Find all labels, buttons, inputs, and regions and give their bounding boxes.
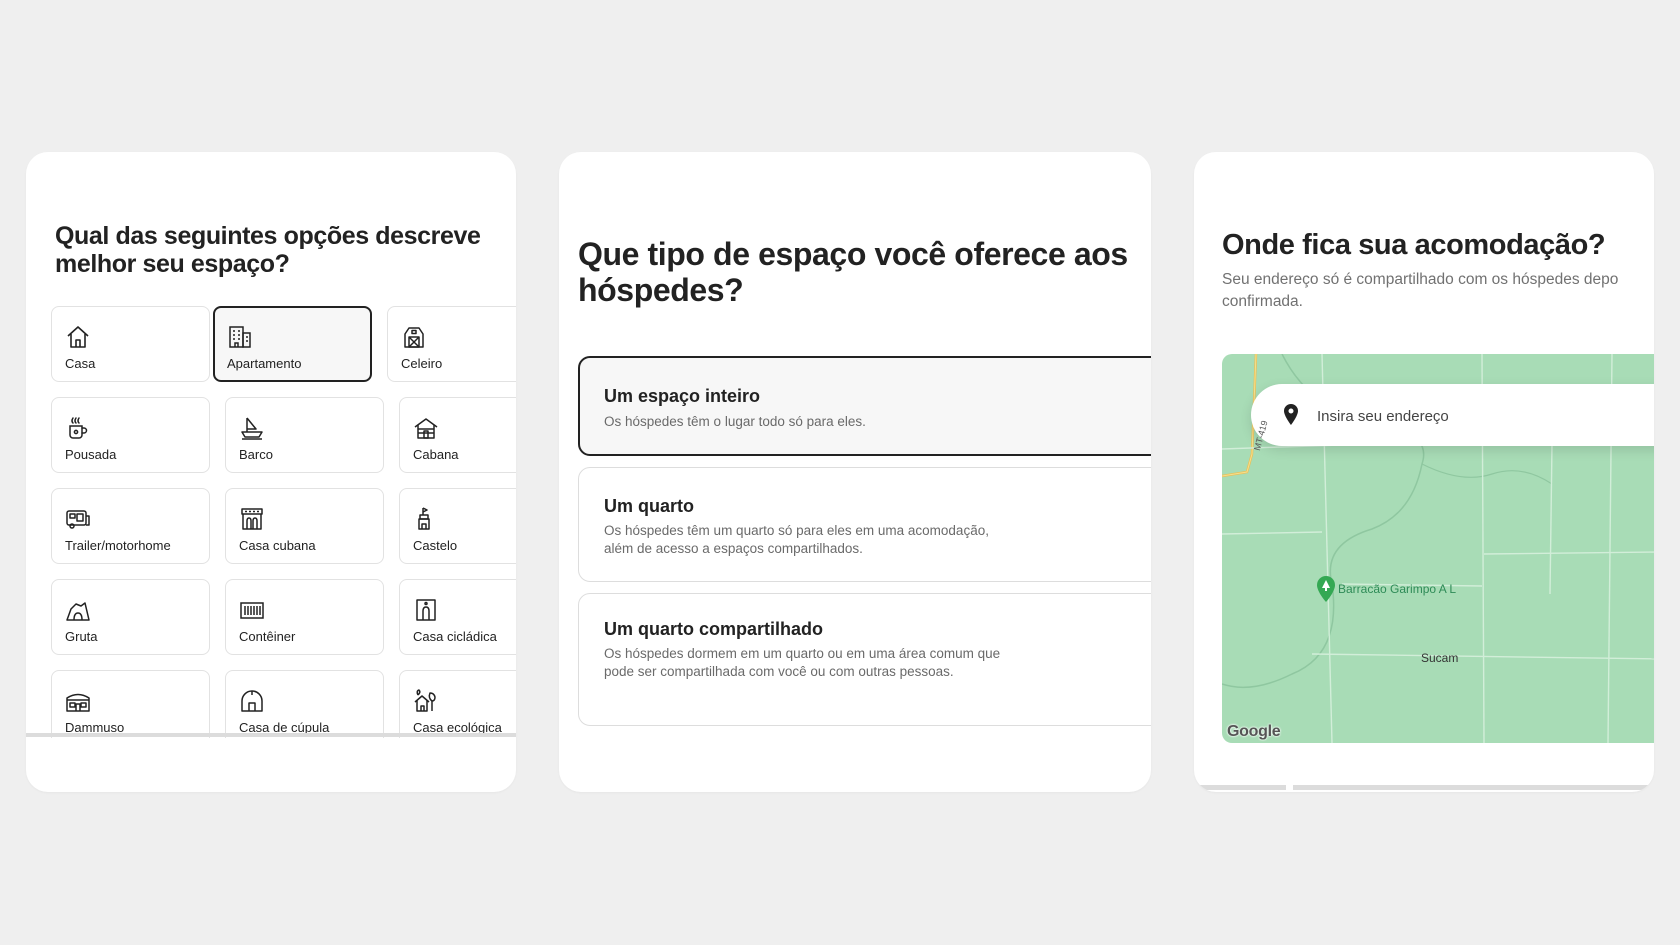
town-label: Sucam [1421, 651, 1459, 665]
type-tile-casa-cubana[interactable]: Casa cubana [225, 488, 384, 564]
property-type-grid: Casa Apartamento Celeiro Pousada Barco C… [51, 306, 516, 738]
type-tile-apartamento[interactable]: Apartamento [213, 306, 372, 382]
type-label: Casa cicládica [413, 629, 497, 644]
property-type-title: Qual das seguintes opções descreve melho… [55, 222, 481, 278]
location-subtitle: Seu endereço só é compartilhado com os h… [1222, 269, 1654, 313]
type-tile-casa[interactable]: Casa [51, 306, 210, 382]
type-label: Castelo [413, 538, 458, 553]
option-private-room[interactable]: Um quarto Os hóspedes têm um quarto só p… [578, 467, 1151, 582]
type-tile-cabana[interactable]: Cabana [399, 397, 516, 473]
apartment-building-icon [227, 324, 253, 350]
cabin-icon [413, 415, 439, 441]
camper-van-icon [65, 506, 91, 532]
google-logo: Google [1227, 723, 1281, 740]
address-search-bar[interactable] [1251, 384, 1654, 446]
location-title: Onde fica sua acomodação? [1222, 229, 1606, 261]
type-label: Cabana [413, 447, 459, 462]
type-tile-trailer[interactable]: Trailer/motorhome [51, 488, 210, 564]
type-label: Apartamento [227, 356, 302, 371]
type-tile-conteiner[interactable]: Contêiner [225, 579, 384, 655]
space-type-title: Que tipo de espaço você oferece aos hósp… [578, 236, 1128, 308]
barn-icon [401, 324, 427, 350]
option-title: Um quarto [604, 496, 694, 516]
cycladic-house-icon [413, 597, 439, 623]
house-icon [65, 324, 91, 350]
type-label: Trailer/motorhome [65, 538, 171, 553]
option-entire-place[interactable]: Um espaço inteiro Os hóspedes têm o luga… [578, 356, 1151, 456]
type-label: Gruta [65, 629, 98, 644]
type-label: Contêiner [239, 629, 296, 644]
type-tile-casa-ecologica[interactable]: Casa ecológica [399, 670, 516, 738]
type-label: Casa [65, 356, 96, 371]
type-tile-pousada[interactable]: Pousada [51, 397, 210, 473]
location-card: Onde fica sua acomodação? Seu endereço s… [1194, 152, 1654, 792]
type-tile-barco[interactable]: Barco [225, 397, 384, 473]
poi-marker-icon[interactable] [1316, 576, 1336, 602]
address-input[interactable] [1315, 402, 1654, 430]
type-tile-dammuso[interactable]: Dammuso [51, 670, 210, 738]
type-label: Casa cubana [239, 538, 316, 553]
subtitle-line: confirmada. [1222, 293, 1303, 310]
poi-label[interactable]: Barracão Garimpo A L [1338, 582, 1456, 596]
eco-house-icon [413, 688, 439, 714]
option-shared-room[interactable]: Um quarto compartilhado Os hóspedes dorm… [578, 593, 1151, 726]
subtitle-line: Seu endereço só é compartilhado com os h… [1222, 271, 1619, 288]
boat-icon [239, 415, 265, 441]
dammuso-icon [65, 688, 91, 714]
option-description: Os hóspedes dormem em um quarto ou em um… [604, 646, 1001, 679]
type-tile-castelo[interactable]: Castelo [399, 488, 516, 564]
type-tile-casa-cicladica[interactable]: Casa cicládica [399, 579, 516, 655]
space-type-card: Que tipo de espaço você oferece aos hósp… [559, 152, 1151, 792]
type-label: Barco [239, 447, 273, 462]
coffee-cup-icon [65, 415, 91, 441]
cuban-house-icon [239, 506, 265, 532]
option-description: Os hóspedes têm o lugar todo só para ele… [604, 414, 866, 429]
property-type-card: Qual das seguintes opções descreve melho… [26, 152, 516, 792]
progress-segment [1194, 785, 1286, 790]
type-tile-casa-de-cupula[interactable]: Casa de cúpula [225, 670, 384, 738]
progress-segment [1293, 785, 1654, 790]
castle-icon [413, 506, 439, 532]
container-icon [239, 597, 265, 623]
option-description: Os hóspedes têm um quarto só para eles e… [604, 523, 989, 556]
map-view[interactable]: MT-419 Barracão Garimpo A L Sucam Google [1222, 354, 1654, 743]
dome-house-icon [239, 688, 265, 714]
type-tile-gruta[interactable]: Gruta [51, 579, 210, 655]
cave-icon [65, 597, 91, 623]
location-pin-icon [1280, 403, 1302, 427]
type-tile-celeiro[interactable]: Celeiro [387, 306, 516, 382]
type-label: Pousada [65, 447, 117, 462]
type-label: Celeiro [401, 356, 443, 371]
option-title: Um quarto compartilhado [604, 619, 824, 639]
scroll-indicator [26, 733, 516, 737]
option-title: Um espaço inteiro [604, 386, 761, 406]
